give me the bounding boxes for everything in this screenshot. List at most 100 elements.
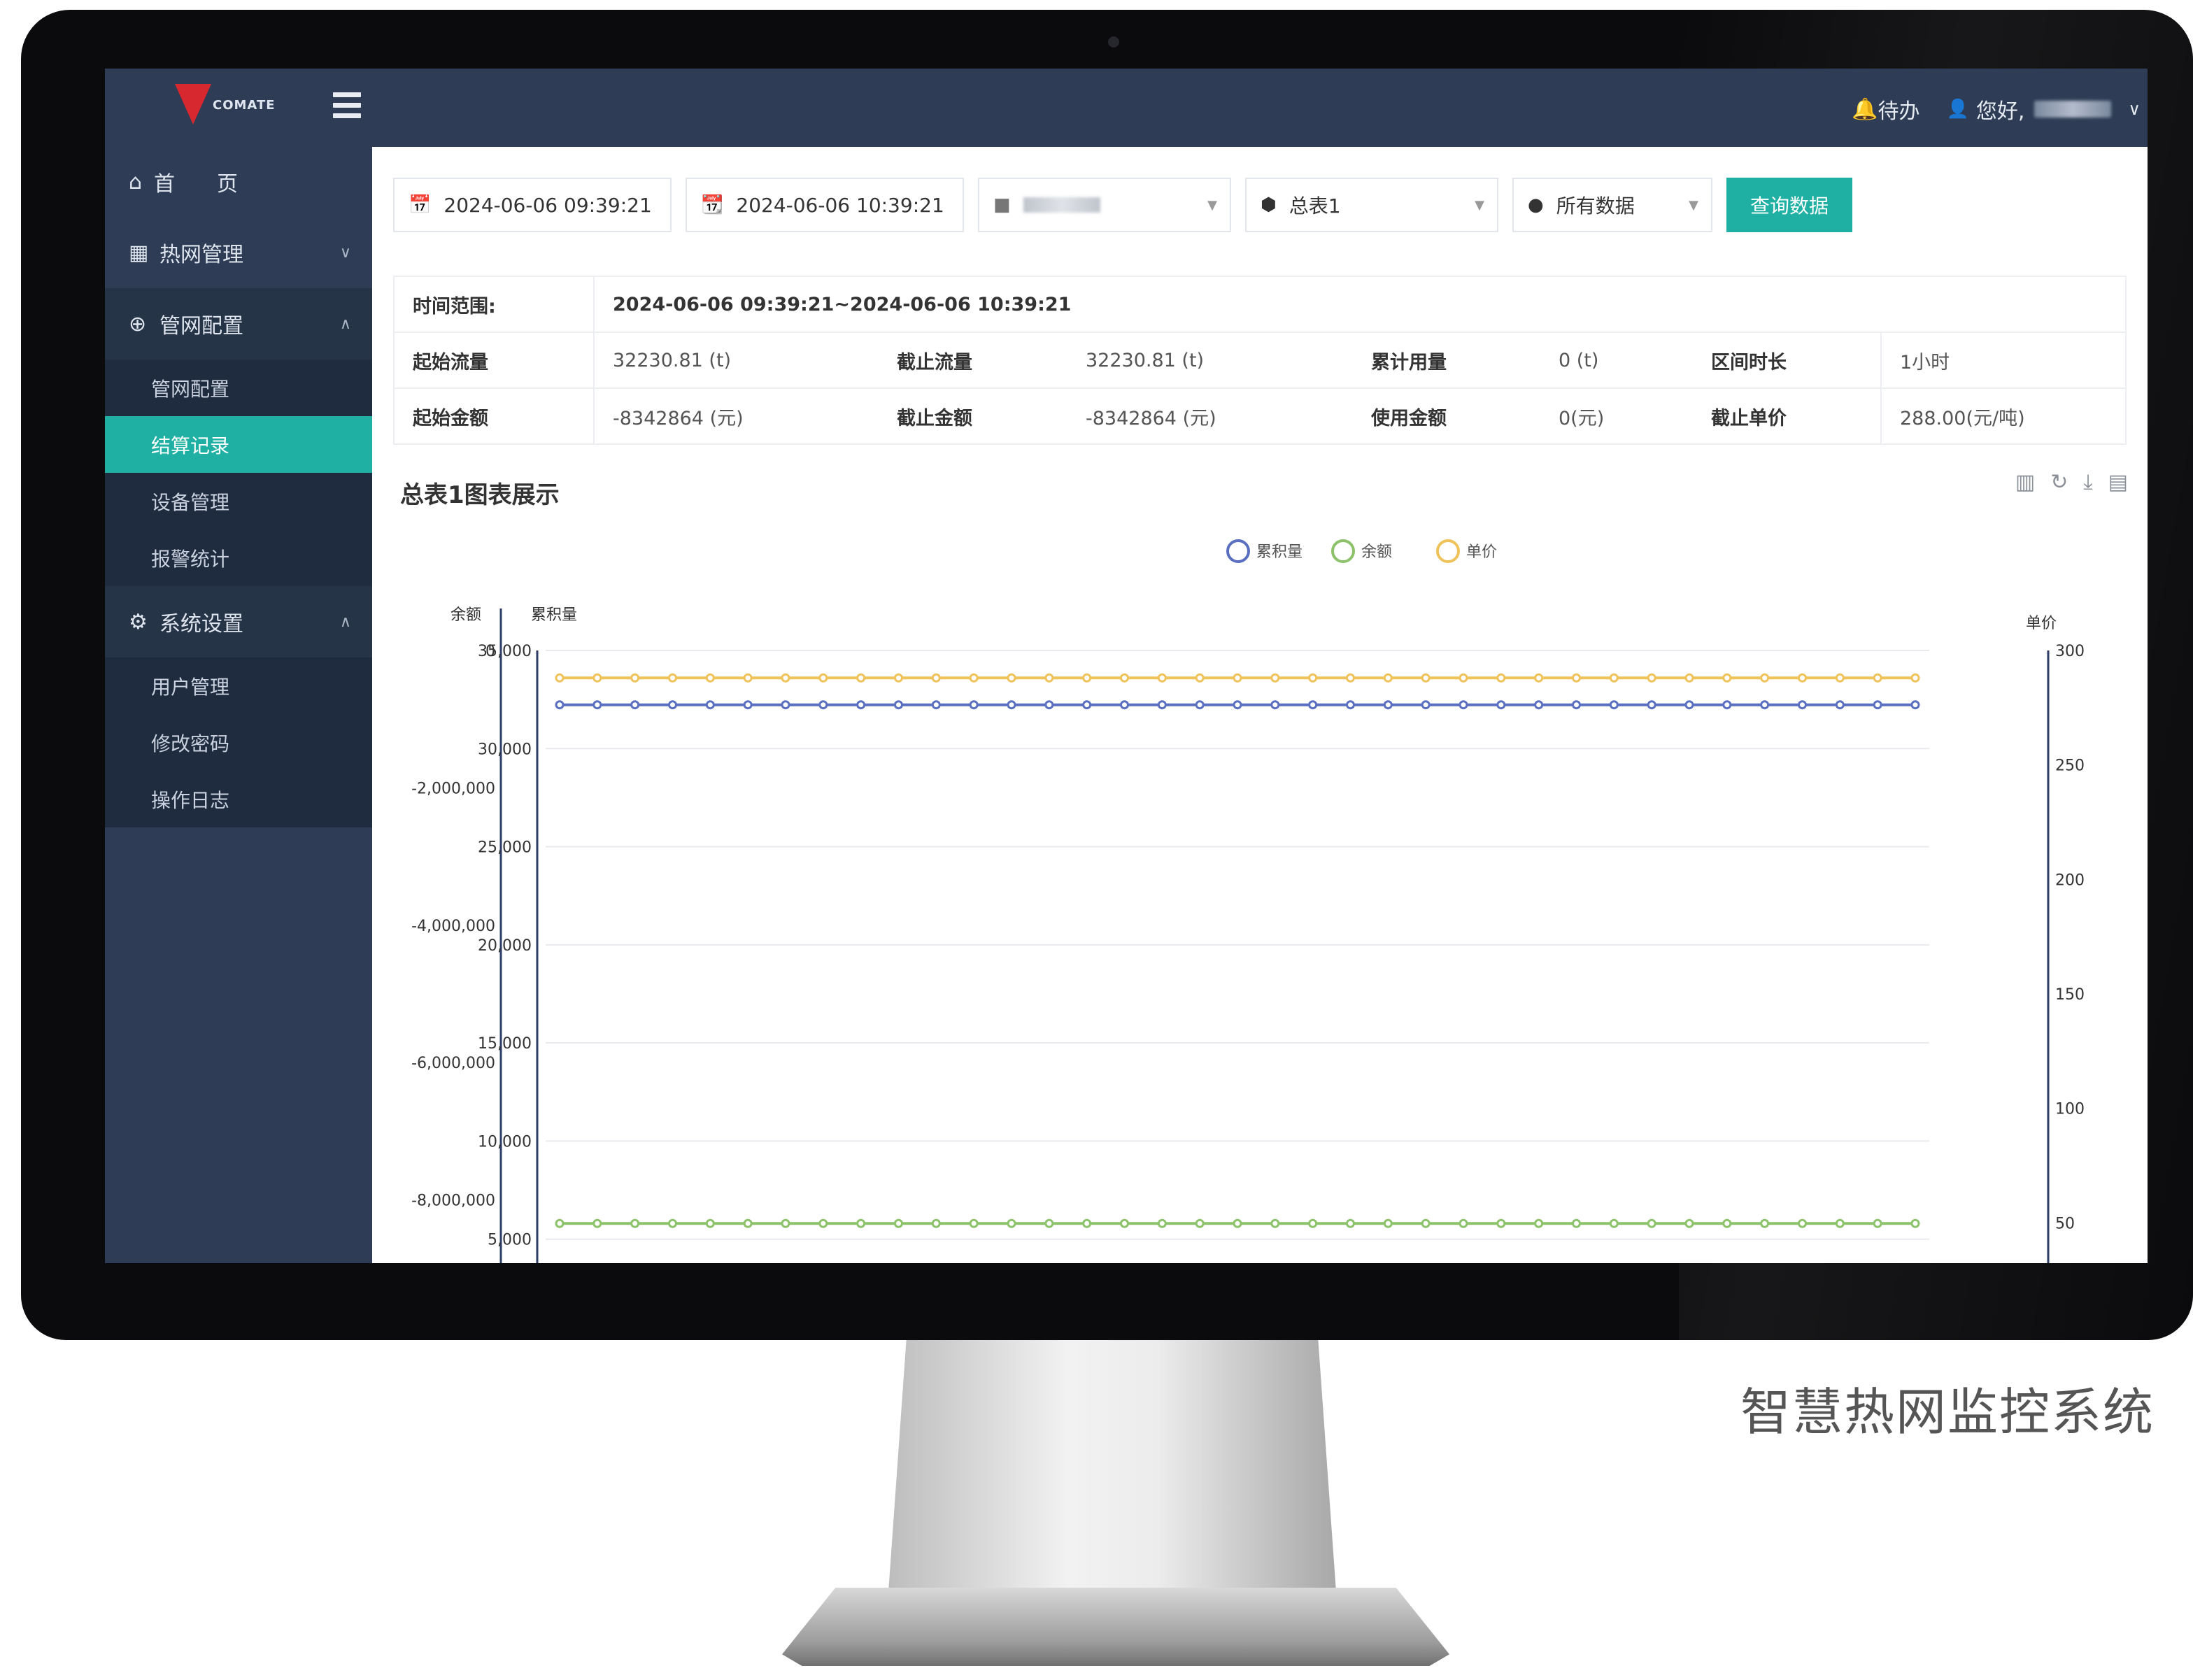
data-point — [818, 1218, 828, 1228]
filter-bar: 📅 2024-06-06 09:39:21 📆 2024-06-06 10:39… — [393, 178, 1852, 234]
chevron-up-icon: ∧ — [339, 315, 351, 333]
summary-row: 起始金额 -8342864 (元) 截止金额 -8342864 (元) 使用金额… — [395, 389, 2125, 443]
price-tick-label: 200 — [2055, 871, 2085, 889]
meter-select[interactable]: ⬢ 总表1 ▼ — [1245, 178, 1498, 232]
range-value: 2024-06-06 09:39:21~2024-06-06 10:39:21 — [613, 293, 1072, 315]
menu-toggle-icon[interactable] — [333, 92, 361, 120]
balance-tick-label: -8,000,000 — [411, 1193, 495, 1210]
sidebar-group-label: 热网管理 — [159, 243, 243, 267]
data-point — [1383, 673, 1393, 683]
data-view-icon[interactable]: ▤ — [2108, 470, 2128, 494]
data-point — [1798, 1218, 1807, 1228]
refresh-icon[interactable]: ↻ — [2050, 470, 2068, 494]
data-point — [1534, 673, 1544, 683]
data-scope-select[interactable]: ● 所有数据 ▼ — [1512, 178, 1712, 232]
monitor-base — [782, 1588, 1449, 1666]
data-point — [1421, 1218, 1431, 1228]
data-point — [931, 700, 941, 710]
sidebar-item-home[interactable]: ⌂ 首 页 — [105, 147, 372, 217]
summary-range-row: 时间范围: 2024-06-06 09:39:21~2024-06-06 10:… — [395, 277, 2125, 333]
query-button[interactable]: 查询数据 — [1726, 178, 1852, 232]
sidebar-group-system-settings[interactable]: ⚙ 系统设置 ∧ — [105, 586, 372, 657]
logo-mark-icon — [175, 84, 211, 124]
end-time-value: 2024-06-06 10:39:21 — [736, 193, 944, 217]
logo[interactable]: COMATE — [175, 84, 275, 130]
cumulative-tick-label: 20,000 — [478, 937, 532, 955]
todo-button[interactable]: 🔔 待办 — [1852, 94, 1919, 124]
user-menu[interactable]: 👤 您好, ∨ — [1947, 94, 2148, 124]
sidebar-submenu-system-settings: 用户管理 修改密码 操作日志 — [105, 657, 372, 827]
data-point — [969, 1218, 979, 1228]
data-point — [630, 673, 640, 683]
data-point — [1082, 673, 1092, 683]
sidebar-item-change-password[interactable]: 修改密码 — [105, 714, 372, 771]
legend-label: 单价 — [1466, 543, 1497, 561]
top-right-area: 🔔 待办 👤 您好, ∨ — [1852, 94, 2148, 124]
legend-label: 余额 — [1361, 543, 1392, 561]
dropdown-arrow-icon: ▼ — [1207, 197, 1217, 213]
data-point — [1572, 1218, 1581, 1228]
data-point — [781, 673, 790, 683]
data-point — [1233, 673, 1242, 683]
data-point — [1308, 1218, 1318, 1228]
data-point — [743, 673, 753, 683]
data-point — [1609, 673, 1619, 683]
data-point — [1647, 1218, 1656, 1228]
data-point — [1835, 1218, 1845, 1228]
data-point — [1760, 700, 1770, 710]
sidebar-item-user-management[interactable]: 用户管理 — [105, 657, 372, 714]
greeting: 您好, — [1975, 99, 2025, 124]
username-redacted — [2034, 101, 2112, 118]
data-point — [555, 673, 565, 683]
data-point — [1534, 700, 1544, 710]
end-time-picker[interactable]: 📆 2024-06-06 10:39:21 — [686, 178, 964, 232]
chevron-down-icon[interactable]: ∨ — [2128, 99, 2141, 119]
summary-value: -8342864 (元) — [1086, 407, 1216, 429]
price-tick-label: 50 — [2055, 1215, 2075, 1232]
bell-icon: 🔔 — [1852, 97, 1878, 122]
data-point — [1082, 700, 1092, 710]
globe-icon: ⊕ — [129, 311, 147, 336]
gears-icon: ⚙ — [129, 609, 148, 634]
cumulative-axis-name: 累积量 — [531, 606, 577, 624]
data-point — [894, 673, 903, 683]
chevron-up-icon: ∧ — [339, 613, 351, 631]
sidebar-item-alarm-stats[interactable]: 报警统计 — [105, 529, 372, 586]
data-point — [1798, 673, 1807, 683]
sidebar-item-operation-log[interactable]: 操作日志 — [105, 771, 372, 827]
calendar-icon: ▦ — [129, 240, 149, 265]
price-tick-label: 150 — [2055, 986, 2085, 1004]
data-point — [1308, 700, 1318, 710]
data-point — [1496, 700, 1506, 710]
monitor-stand — [888, 1340, 1336, 1592]
data-point — [1007, 1218, 1016, 1228]
summary-label: 截止流量 — [897, 351, 972, 373]
data-point — [1233, 700, 1242, 710]
data-point — [555, 700, 565, 710]
sidebar-group-heat-network[interactable]: ▦ 热网管理 ∨ — [105, 217, 372, 288]
sidebar-item-pipe-config[interactable]: 管网配置 — [105, 360, 372, 416]
data-point — [1798, 700, 1807, 710]
data-point — [1120, 700, 1129, 710]
bar-chart-icon[interactable]: ▥ — [2015, 470, 2035, 494]
station-icon: ■ — [993, 194, 1011, 215]
start-time-picker[interactable]: 📅 2024-06-06 09:39:21 — [393, 178, 672, 232]
data-point — [969, 700, 979, 710]
start-time-value: 2024-06-06 09:39:21 — [443, 193, 652, 217]
data-point — [1609, 700, 1619, 710]
data-point — [1647, 673, 1656, 683]
app-screen: COMATE 🔔 待办 👤 您好, ∨ ⌂ 首 页 ▦ 热网管理 ∨ ⊕ 管网配… — [105, 69, 2148, 1263]
summary-label: 起始金额 — [395, 389, 595, 443]
cumulative-tick-label: 25,000 — [478, 839, 532, 857]
chart-toolbox: ▥ ↻ ⤓ ▤ — [2015, 470, 2128, 494]
download-icon[interactable]: ⤓ — [2083, 470, 2092, 494]
data-point — [1120, 673, 1129, 683]
station-select[interactable]: ■ ▼ — [978, 178, 1231, 232]
price-axis-name: 单价 — [2026, 615, 2057, 632]
balance-axis-name: 余额 — [450, 606, 481, 624]
data-point — [1233, 1218, 1242, 1228]
sidebar-item-device-management[interactable]: 设备管理 — [105, 473, 372, 529]
data-point — [1044, 1218, 1054, 1228]
sidebar-item-settlement-records[interactable]: 结算记录 — [105, 416, 372, 473]
sidebar-group-pipe-config[interactable]: ⊕ 管网配置 ∧ — [105, 288, 372, 360]
